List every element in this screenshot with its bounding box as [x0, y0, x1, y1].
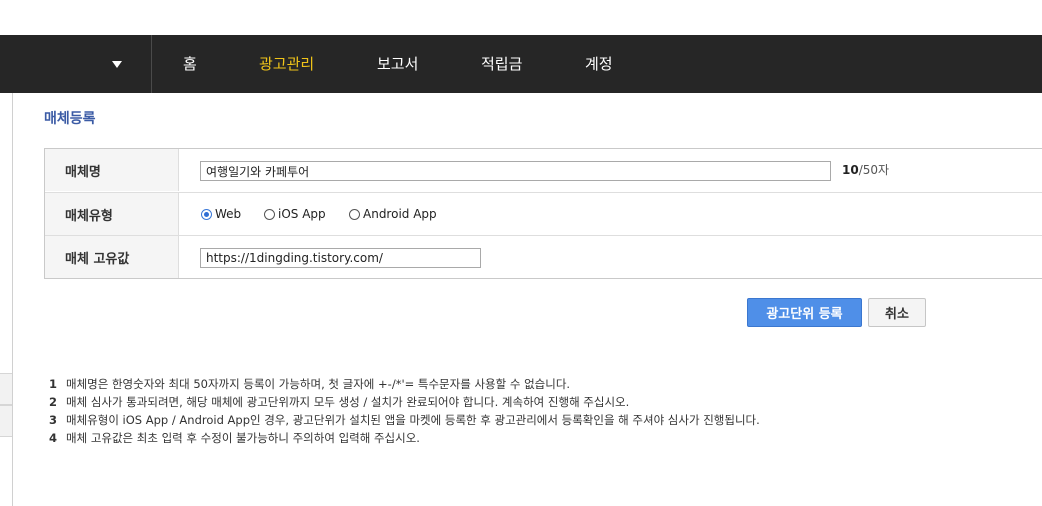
- media-registration-form: 매체명 10/50자 매체유형 Web iOS App Android App …: [44, 148, 1042, 279]
- radio-option-ios-app[interactable]: iOS App: [264, 193, 326, 235]
- note-text: 매체유형이 iOS App / Android App인 경우, 광고단위가 설…: [66, 413, 760, 427]
- note-item: 2 매체 심사가 통과되려면, 해당 매체에 광고단위까지 모두 생성 / 설치가…: [49, 393, 760, 411]
- nav-item-home[interactable]: 홈: [183, 35, 197, 93]
- note-number: 1: [49, 377, 58, 391]
- note-item: 4 매체 고유값은 최초 입력 후 수정이 불가능하니 주의하여 입력해 주십시오…: [49, 429, 760, 447]
- char-count-limit: /50자: [858, 163, 890, 177]
- nav-item-credits[interactable]: 적립금: [481, 35, 522, 93]
- media-name-label: 매체명: [45, 149, 179, 191]
- nav-item-reports[interactable]: 보고서: [377, 35, 418, 93]
- unique-value-input[interactable]: [200, 248, 481, 268]
- radio-option-web[interactable]: Web: [201, 193, 241, 235]
- nav-item-ad-management[interactable]: 광고관리: [259, 35, 314, 93]
- note-number: 4: [49, 431, 58, 445]
- register-ad-unit-button[interactable]: 광고단위 등록: [747, 298, 862, 327]
- char-counter: 10/50자: [842, 149, 889, 191]
- note-number: 2: [49, 395, 58, 409]
- radio-label-android-app: Android App: [363, 207, 437, 221]
- unique-value-label: 매체 고유값: [45, 236, 179, 278]
- radio-unchecked-icon[interactable]: [349, 208, 360, 220]
- form-row-unique-value: 매체 고유값: [45, 235, 1042, 278]
- note-text: 매체명은 한영숫자와 최대 50자까지 등록이 가능하며, 첫 글자에 +-/*…: [66, 377, 571, 391]
- page-title: 매체등록: [44, 111, 96, 127]
- form-row-media-name: 매체명 10/50자: [45, 149, 1042, 191]
- radio-label-web: Web: [215, 207, 242, 221]
- radio-unchecked-icon[interactable]: [264, 208, 275, 220]
- top-navigation-bar: 홈 광고관리 보고서 적립금 계정: [0, 35, 1042, 93]
- sidebar-collapsed-item[interactable]: [0, 405, 12, 437]
- note-number: 3: [49, 413, 58, 427]
- sidebar-strip: [0, 93, 13, 506]
- radio-option-android-app[interactable]: Android App: [349, 193, 437, 235]
- nav-item-account[interactable]: 계정: [585, 35, 613, 93]
- media-name-input[interactable]: [200, 161, 831, 181]
- sidebar-collapsed-item[interactable]: [0, 373, 12, 405]
- cancel-button[interactable]: 취소: [868, 298, 926, 327]
- note-item: 1 매체명은 한영숫자와 최대 50자까지 등록이 가능하며, 첫 글자에 +-/…: [49, 375, 760, 393]
- note-text: 매체 심사가 통과되려면, 해당 매체에 광고단위까지 모두 생성 / 설치가 …: [66, 395, 630, 409]
- notes-list: 1 매체명은 한영숫자와 최대 50자까지 등록이 가능하며, 첫 글자에 +-/…: [49, 375, 760, 447]
- radio-label-ios-app: iOS App: [278, 207, 326, 221]
- note-item: 3 매체유형이 iOS App / Android App인 경우, 광고단위가 …: [49, 411, 760, 429]
- char-count-value: 10: [842, 163, 859, 177]
- caret-down-icon: [112, 61, 122, 68]
- menu-dropdown-toggle[interactable]: [0, 35, 152, 93]
- note-text: 매체 고유값은 최초 입력 후 수정이 불가능하니 주의하여 입력해 주십시오.: [66, 431, 420, 445]
- media-type-label: 매체유형: [45, 193, 179, 235]
- form-row-media-type: 매체유형 Web iOS App Android App: [45, 192, 1042, 235]
- radio-checked-icon[interactable]: [201, 208, 212, 220]
